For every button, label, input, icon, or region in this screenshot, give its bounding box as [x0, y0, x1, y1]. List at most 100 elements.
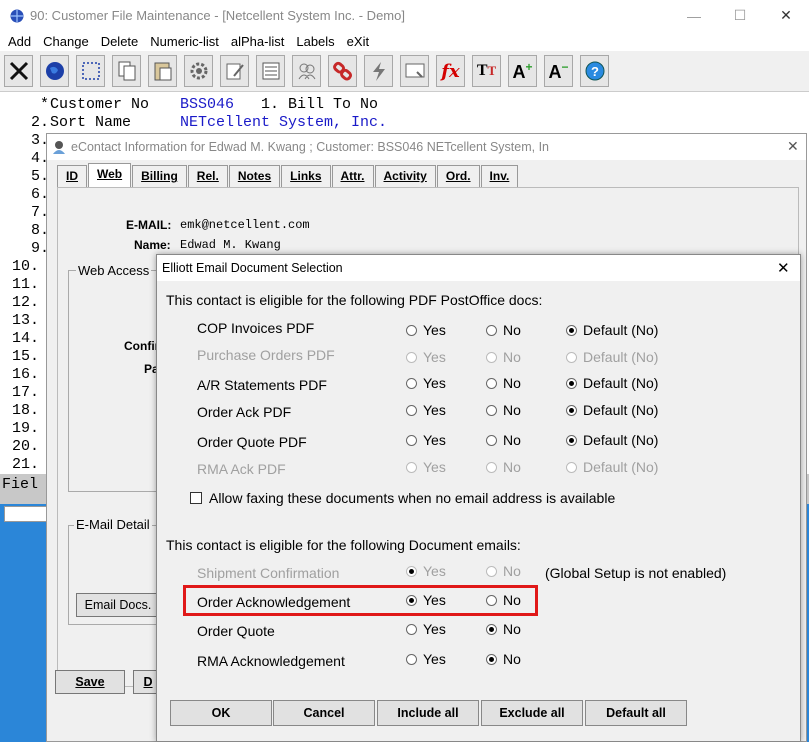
- fx-icon[interactable]: fx: [436, 55, 465, 87]
- gear-icon[interactable]: [184, 55, 213, 87]
- no-label: No: [503, 432, 521, 448]
- console-row: * Customer No BSS046 1. Bill To No: [22, 96, 378, 114]
- paste-icon[interactable]: [148, 55, 177, 87]
- lightning-icon[interactable]: [364, 55, 393, 87]
- radio-icon: [486, 324, 497, 336]
- font-smaller-icon[interactable]: A−: [544, 55, 573, 87]
- help-icon[interactable]: ?: [580, 55, 609, 87]
- default-label: Default (No): [583, 459, 659, 475]
- pdf-row-label: RMA Ack PDF: [197, 461, 286, 477]
- no-radio[interactable]: No: [486, 402, 521, 418]
- save-button[interactable]: Save: [55, 670, 125, 694]
- email-docs-button[interactable]: Email Docs.: [76, 593, 160, 617]
- sort-name-value[interactable]: NETcellent System, Inc.: [180, 114, 387, 131]
- yes-radio[interactable]: Yes: [406, 322, 446, 338]
- tab-notes[interactable]: Notes: [228, 165, 281, 187]
- row-number: *: [22, 96, 50, 113]
- row-number: 6.: [22, 186, 50, 203]
- pdf-row-label: Order Ack PDF: [197, 404, 292, 420]
- main-title: 90: Customer File Maintenance - [Netcell…: [30, 8, 405, 23]
- tab-rel[interactable]: Rel.: [187, 165, 228, 187]
- row-number: 2.: [22, 114, 50, 131]
- yes-radio: Yes: [406, 459, 446, 475]
- default-radio[interactable]: Default (No): [566, 402, 658, 418]
- main-titlebar: 90: Customer File Maintenance - [Netcell…: [0, 0, 809, 31]
- menu-alpha-list[interactable]: alPha-list: [231, 34, 284, 49]
- radio-icon: [486, 434, 497, 446]
- tab-activity[interactable]: Activity: [374, 165, 436, 187]
- econtact-close-button[interactable]: ✕: [787, 138, 799, 155]
- close-button[interactable]: ✕: [763, 0, 809, 31]
- no-radio[interactable]: No: [486, 322, 521, 338]
- no-label: No: [503, 349, 521, 365]
- customer-no-value[interactable]: BSS046: [180, 96, 234, 113]
- radio-icon: [406, 653, 417, 665]
- name-value: Edwad M. Kwang: [180, 238, 281, 252]
- screen-icon[interactable]: [400, 55, 429, 87]
- fax-checkbox[interactable]: Allow faxing these documents when no ema…: [190, 490, 615, 506]
- menu-change[interactable]: Change: [43, 34, 89, 49]
- copy-icon[interactable]: [112, 55, 141, 87]
- maximize-button[interactable]: ☐: [717, 0, 763, 31]
- tab-inv[interactable]: Inv.: [480, 165, 519, 187]
- row-number: 13.: [12, 312, 40, 329]
- minimize-button[interactable]: —: [671, 0, 717, 31]
- select-icon[interactable]: [76, 55, 105, 87]
- no-label: No: [503, 402, 521, 418]
- default-radio[interactable]: Default (No): [566, 322, 658, 338]
- yes-radio[interactable]: Yes: [406, 621, 446, 637]
- econtact-title: eContact Information for Edwad M. Kwang …: [71, 140, 549, 154]
- default-radio[interactable]: Default (No): [566, 375, 658, 391]
- yes-radio[interactable]: Yes: [406, 402, 446, 418]
- menu-add[interactable]: Add: [8, 34, 31, 49]
- radio-icon: [406, 324, 417, 336]
- cancel-button[interactable]: Cancel: [273, 700, 375, 726]
- row-number: 7.: [22, 204, 50, 221]
- menu-numeric-list[interactable]: Numeric-list: [150, 34, 219, 49]
- row-label: Customer No: [50, 96, 150, 113]
- no-radio[interactable]: No: [486, 651, 521, 667]
- menu-labels[interactable]: Labels: [296, 34, 334, 49]
- contact-icon: [53, 141, 65, 154]
- no-radio[interactable]: No: [486, 432, 521, 448]
- no-radio: No: [486, 563, 521, 579]
- yes-radio[interactable]: Yes: [406, 432, 446, 448]
- default-all-button[interactable]: Default all: [585, 700, 687, 726]
- no-label: No: [503, 651, 521, 667]
- yes-radio[interactable]: Yes: [406, 651, 446, 667]
- tab-attr[interactable]: Attr.: [331, 165, 374, 187]
- global-setup-note: (Global Setup is not enabled): [545, 565, 727, 581]
- no-radio[interactable]: No: [486, 375, 521, 391]
- tab-id[interactable]: ID: [57, 165, 87, 187]
- app-icon: [10, 9, 24, 22]
- tab-web[interactable]: Web: [88, 163, 132, 187]
- radio-icon: [406, 404, 417, 416]
- yes-radio[interactable]: Yes: [406, 375, 446, 391]
- radio-icon: [486, 351, 497, 363]
- tab-billing[interactable]: Billing: [132, 165, 187, 187]
- close-icon[interactable]: [4, 55, 33, 87]
- checkbox-icon: [190, 492, 202, 504]
- name-label: Name:: [134, 238, 171, 252]
- exclude-all-button[interactable]: Exclude all: [481, 700, 583, 726]
- menu-exit[interactable]: eXit: [347, 34, 369, 49]
- ok-button[interactable]: OK: [170, 700, 272, 726]
- font-icon[interactable]: TT: [472, 55, 501, 87]
- users-icon[interactable]: [292, 55, 321, 87]
- default-radio[interactable]: Default (No): [566, 432, 658, 448]
- no-radio[interactable]: No: [486, 621, 521, 637]
- dialog-close-button[interactable]: ✕: [777, 259, 790, 277]
- include-all-button[interactable]: Include all: [377, 700, 479, 726]
- globe-icon[interactable]: [40, 55, 69, 87]
- row-number: 5.: [22, 168, 50, 185]
- link-icon[interactable]: [328, 55, 357, 87]
- status-input[interactable]: [4, 506, 48, 522]
- edit-icon[interactable]: [220, 55, 249, 87]
- tab-links[interactable]: Links: [281, 165, 331, 187]
- row-number: 8.: [22, 222, 50, 239]
- font-bigger-icon[interactable]: A+: [508, 55, 537, 87]
- menu-delete[interactable]: Delete: [101, 34, 139, 49]
- default-label: Default (No): [583, 402, 659, 418]
- tab-ord[interactable]: Ord.: [436, 165, 480, 187]
- list-icon[interactable]: [256, 55, 285, 87]
